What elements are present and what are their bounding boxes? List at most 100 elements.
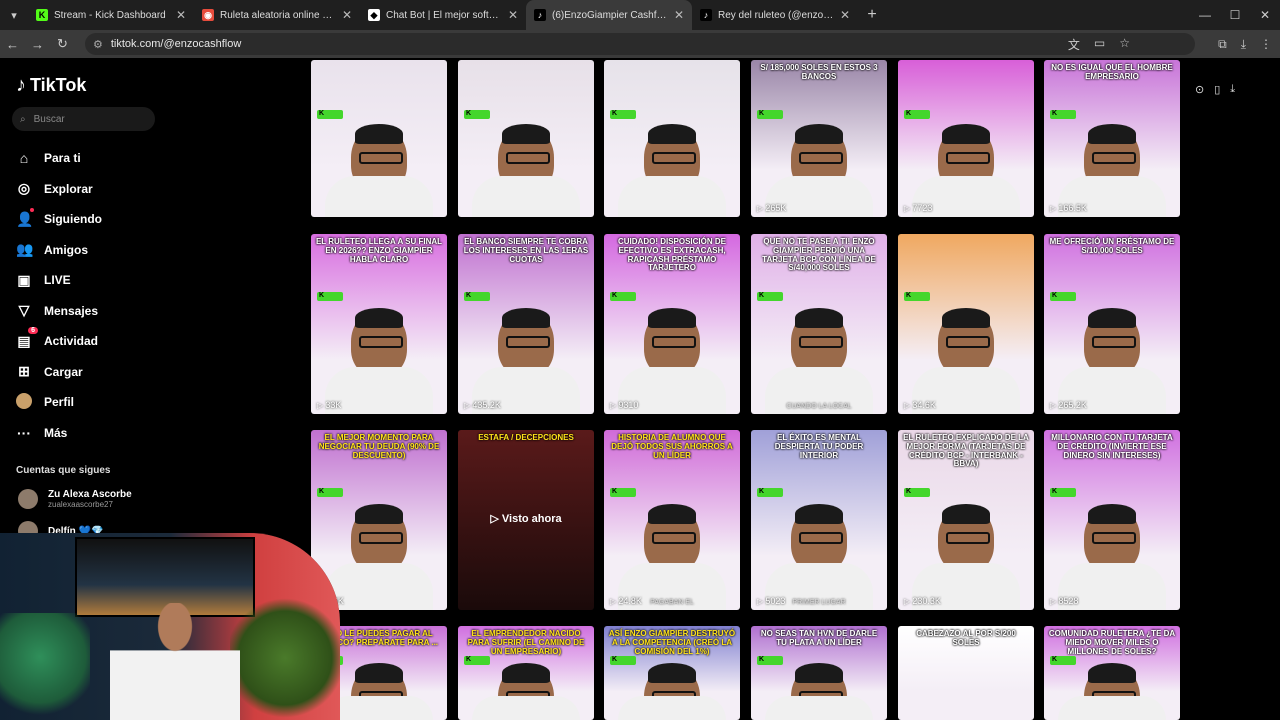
video-thumbnail[interactable]: ESTAFA / DECEPCIONES Visto ahora xyxy=(458,430,594,610)
video-thumbnail[interactable]: NO SEAS TAN HVN DE DARLE TU PLATA A UN L… xyxy=(751,626,887,720)
avatar xyxy=(18,489,38,509)
close-tab-icon[interactable]: ✕ xyxy=(840,8,850,22)
presenter-face xyxy=(1084,307,1140,376)
search-placeholder: Buscar xyxy=(33,113,65,125)
video-thumbnail[interactable]: K 34.6K xyxy=(898,234,1034,414)
nav-label: Mensajes xyxy=(44,303,99,318)
wheel-icon: ◉ xyxy=(202,9,214,21)
friends-icon: 👥 xyxy=(16,241,34,258)
compass-icon[interactable]: ⊙ xyxy=(1195,83,1204,96)
video-thumbnail[interactable]: COMUNIDAD RULETERA ¿TE DA MIEDO MOVER MI… xyxy=(1044,626,1180,720)
nav-label: Perfil xyxy=(44,395,75,410)
kick-icon: K xyxy=(36,9,48,21)
webcam-overlay xyxy=(0,533,340,720)
new-tab-button[interactable]: + xyxy=(858,6,886,24)
presenter-face xyxy=(1084,503,1140,572)
following-name: Zu Alexa Ascorbe xyxy=(48,489,132,500)
site-info-icon[interactable]: ⚙ xyxy=(93,38,103,51)
video-thumbnail[interactable]: EL RULETEO EXPLICADO DE LA MEJOR FORMA (… xyxy=(898,430,1034,610)
close-window-icon[interactable]: ✕ xyxy=(1250,0,1280,30)
url-text: tiktok.com/@enzocashflow xyxy=(110,38,242,50)
video-title-overlay: EL RULETEO EXPLICADO DE LA MEJOR FORMA (… xyxy=(903,433,1029,469)
maximize-icon[interactable]: ☐ xyxy=(1220,0,1250,30)
close-tab-icon[interactable]: ✕ xyxy=(508,8,518,22)
nav-item[interactable]: 👤 Siguiendo xyxy=(16,204,102,235)
bookmark-star-icon[interactable]: ☆ xyxy=(1119,36,1130,53)
browser-tab[interactable]: K Stream - Kick Dashboard ✕ xyxy=(28,0,194,30)
video-thumbnail[interactable]: NO ES IGUAL QUE EL HOMBRE EMPRESARIO K 166… xyxy=(1044,60,1180,217)
nav-item[interactable]: ··· Más xyxy=(16,418,102,449)
extensions-icon[interactable]: ⧉ xyxy=(1218,37,1227,52)
nav-label: Amigos xyxy=(44,242,89,257)
video-thumbnail[interactable]: K 7723 xyxy=(898,60,1034,217)
minimize-icon[interactable]: — xyxy=(1190,0,1220,30)
video-thumbnail[interactable]: EL RULETEO LLEGA A SU FINAL EN 2026?? EN… xyxy=(311,234,447,414)
video-thumbnail[interactable]: HISTORIA DE ALUMNO QUE DEJÓ TODOS SUS AH… xyxy=(604,430,740,610)
video-thumbnail[interactable]: S/ 185,000 SOLES EN ESTOS 3 BANCOS K 265K xyxy=(751,60,887,217)
phone-icon[interactable]: ▯ xyxy=(1214,83,1220,96)
address-bar-row: ← → ↻ ⚙ tiktok.com/@enzocashflow 文 ▭ ☆ ⧉… xyxy=(0,30,1280,58)
nav-item[interactable]: ▤ 6 Actividad xyxy=(16,326,102,357)
search-input[interactable]: ⌕ Buscar xyxy=(12,107,155,131)
view-count: 33K xyxy=(317,400,341,410)
nav-label: Para ti xyxy=(44,151,81,166)
forward-icon[interactable]: → xyxy=(25,37,50,52)
tiktok-icon: ♪ xyxy=(700,9,712,21)
video-title-overlay: CABEZAZO AL POR S/200 SOLES xyxy=(916,629,1016,647)
video-thumbnail[interactable]: EL ÉXITO ES MENTAL DESPIERTA TU PODER IN… xyxy=(751,430,887,610)
presenter-shirt xyxy=(324,176,434,217)
view-count: 34.6K xyxy=(904,400,936,410)
following-item[interactable]: Zu Alexa Ascorbe zualexaascorbe27 xyxy=(18,489,132,509)
brand-name: TikTok xyxy=(30,75,87,95)
tab-search-icon[interactable]: ▾ xyxy=(0,0,28,30)
video-thumbnail[interactable]: K xyxy=(458,60,594,217)
address-bar[interactable]: ⚙ tiktok.com/@enzocashflow xyxy=(85,33,1195,55)
browser-tab[interactable]: ♪ (6)EnzoGiampier Cashflow (@e ✕ xyxy=(526,0,692,30)
video-title-overlay: QUE NO TE PASE A TI! ENZO GIAMPIER PERDI… xyxy=(762,237,876,273)
video-thumbnail[interactable]: QUE NO TE PASE A TI! ENZO GIAMPIER PERDI… xyxy=(751,234,887,414)
video-thumbnail[interactable]: EL BANCO SIEMPRE TE COBRA LOS INTERESES … xyxy=(458,234,594,414)
reload-icon[interactable]: ↻ xyxy=(50,36,75,52)
video-caption: CUANDO LA LOCAL xyxy=(786,403,852,410)
view-count: 8528 xyxy=(1050,596,1078,606)
back-icon[interactable]: ← xyxy=(0,37,25,52)
cast-icon[interactable]: ▭ xyxy=(1094,36,1105,53)
video-thumbnail[interactable]: CUIDADO! DISPOSICIÓN DE EFECTIVO ES EXTR… xyxy=(604,234,740,414)
video-title-overlay: CUIDADO! DISPOSICIÓN DE EFECTIVO ES EXTR… xyxy=(617,237,726,273)
nav-item[interactable]: ⊞ Cargar xyxy=(16,357,102,388)
download-icon[interactable]: ⤓ xyxy=(1241,37,1246,52)
nav-item[interactable]: ◎ Explorar xyxy=(16,174,102,205)
video-thumbnail[interactable]: ME OFRECIÓ UN PRÉSTAMO DE S/10,000 SOLES… xyxy=(1044,234,1180,414)
browser-menu-icon[interactable]: ⋮ xyxy=(1260,37,1272,52)
close-tab-icon[interactable]: ✕ xyxy=(674,8,684,22)
translate-icon[interactable]: 文 xyxy=(1068,36,1080,53)
close-tab-icon[interactable]: ✕ xyxy=(342,8,352,22)
nav-item[interactable]: ▽ Mensajes xyxy=(16,296,102,327)
nav-item[interactable]: Perfil xyxy=(16,387,102,418)
presenter-shirt xyxy=(617,176,727,217)
close-tab-icon[interactable]: ✕ xyxy=(176,8,186,22)
browser-tab[interactable]: ◆ Chat Bot | El mejor software pa ✕ xyxy=(360,0,526,30)
nav-item[interactable]: ⌂ Para ti xyxy=(16,143,102,174)
view-count: 230.3K xyxy=(904,596,941,606)
nav-item[interactable]: ▣ LIVE xyxy=(16,265,102,296)
video-thumbnail[interactable]: K xyxy=(311,60,447,217)
video-title-overlay: NO ES IGUAL QUE EL HOMBRE EMPRESARIO xyxy=(1051,63,1173,81)
tab-title: Chat Bot | El mejor software pa xyxy=(386,9,502,21)
video-thumbnail[interactable]: ASÍ ENZO GIAMPIER DESTRUYÓ A LA COMPETEN… xyxy=(604,626,740,720)
video-thumbnail[interactable]: MILLONARIO CON TU TARJETA DE CRÉDITO (IN… xyxy=(1044,430,1180,610)
video-thumbnail[interactable]: CABEZAZO AL POR S/200 SOLES xyxy=(898,626,1034,720)
view-count: 166.5K xyxy=(1050,203,1087,213)
nav-label: Siguiendo xyxy=(44,212,102,227)
kick-badge-icon: K xyxy=(1050,656,1076,666)
video-thumbnail[interactable]: EL EMPRENDEDOR NACIDO PARA SUFRIR (EL CA… xyxy=(458,626,594,720)
video-thumbnail[interactable]: K xyxy=(604,60,740,217)
browser-tab[interactable]: ◉ Ruleta aleatoria online – ruleta ✕ xyxy=(194,0,360,30)
download-icon[interactable]: ⤓ xyxy=(1230,83,1235,96)
kick-badge-icon: K xyxy=(1050,291,1076,301)
browser-tab[interactable]: ♪ Rey del ruleteo (@enzoeasycas ✕ xyxy=(692,0,858,30)
following-handle: zualexaascorbe27 xyxy=(48,500,113,509)
video-title-overlay: ESTAFA / DECEPCIONES xyxy=(478,433,574,442)
nav-item[interactable]: 👥 Amigos xyxy=(16,235,102,266)
tiktok-logo[interactable]: ♪ TikTok xyxy=(16,74,86,97)
